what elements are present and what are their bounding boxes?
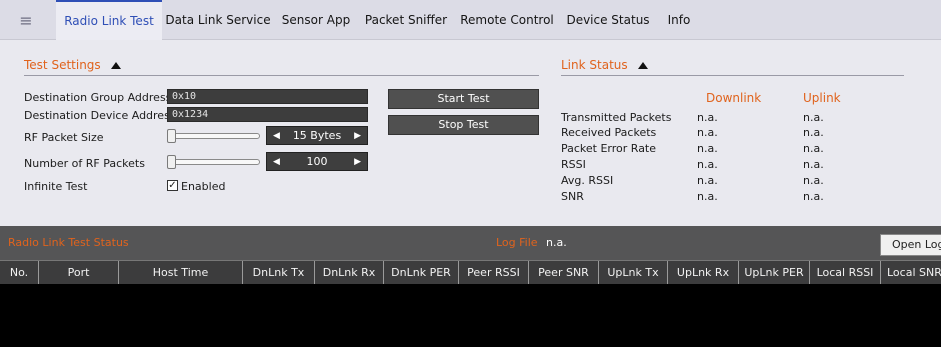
rf-packet-size-slider[interactable] [167, 129, 260, 143]
stat-uplink-value: n.a. [803, 190, 824, 203]
link-status-title: Link Status [561, 58, 628, 72]
column-header[interactable]: DnLnk Rx [315, 261, 384, 284]
test-settings-header[interactable]: Test Settings [24, 58, 121, 72]
stat-uplink-value: n.a. [803, 111, 824, 124]
slider-thumb[interactable] [167, 155, 176, 169]
stat-uplink-value: n.a. [803, 158, 824, 171]
slider-track [167, 159, 260, 165]
downlink-header: Downlink [706, 91, 762, 105]
column-header[interactable]: DnLnk Tx [243, 261, 315, 284]
column-header[interactable]: UpLnk Tx [599, 261, 668, 284]
rf-packet-count-value: 100 [306, 155, 328, 168]
stat-downlink-value: n.a. [697, 111, 718, 124]
dest-device-label: Destination Device Address [24, 109, 176, 122]
log-file-value: n.a. [546, 236, 567, 249]
column-header[interactable]: Port [39, 261, 119, 284]
hamburger-icon[interactable]: ≡ [0, 0, 52, 40]
dest-device-field[interactable]: 0x1234 [167, 107, 368, 122]
log-file-label: Log File [496, 236, 538, 249]
column-header[interactable]: No. [0, 261, 39, 284]
open-log-button[interactable]: Open Log [880, 234, 941, 256]
column-header[interactable]: Host Time [119, 261, 243, 284]
status-title: Radio Link Test Status [8, 236, 129, 249]
decrement-icon[interactable]: ◀ [273, 157, 280, 167]
tab-radio-link-test[interactable]: Radio Link Test [56, 0, 162, 40]
collapse-up-icon[interactable] [110, 61, 121, 69]
stat-uplink-value: n.a. [803, 174, 824, 187]
rf-packet-size-value: 15 Bytes [292, 129, 342, 142]
column-header[interactable]: DnLnk PER [384, 261, 459, 284]
tab-sensor-app[interactable]: Sensor App [274, 0, 358, 40]
stat-label: RSSI [561, 158, 586, 171]
decrement-icon[interactable]: ◀ [273, 131, 280, 141]
tab-data-link-service[interactable]: Data Link Service [162, 0, 274, 40]
uplink-header: Uplink [803, 91, 841, 105]
top-navigation: ≡ Radio Link Test Data Link Service Sens… [0, 0, 941, 40]
rf-packet-size-stepper[interactable]: ◀ 15 Bytes ▶ [266, 126, 368, 145]
tab-remote-control[interactable]: Remote Control [454, 0, 560, 40]
results-table-body [0, 284, 941, 347]
stat-uplink-value: n.a. [803, 126, 824, 139]
column-header[interactable]: UpLnk PER [739, 261, 810, 284]
column-header[interactable]: Local RSSI [810, 261, 881, 284]
results-table-header: No. Port Host Time DnLnk Tx DnLnk Rx DnL… [0, 260, 941, 284]
stat-downlink-value: n.a. [697, 126, 718, 139]
infinite-test-checkbox[interactable]: ✓ [167, 180, 178, 191]
rf-packet-count-slider[interactable] [167, 155, 260, 169]
divider [24, 75, 539, 76]
stat-label: SNR [561, 190, 584, 203]
rf-packet-size-label: RF Packet Size [24, 131, 104, 144]
infinite-test-label: Infinite Test [24, 180, 88, 193]
tab-info[interactable]: Info [656, 0, 702, 40]
stat-downlink-value: n.a. [697, 158, 718, 171]
rf-packet-count-label: Number of RF Packets [24, 157, 145, 170]
stat-label: Transmitted Packets [561, 111, 672, 124]
link-status-header[interactable]: Link Status [561, 58, 648, 72]
slider-track [167, 133, 260, 139]
infinite-test-enabled-text: Enabled [181, 180, 226, 193]
increment-icon[interactable]: ▶ [354, 157, 361, 167]
test-settings-title: Test Settings [24, 58, 101, 72]
stat-label: Packet Error Rate [561, 142, 657, 155]
stop-test-button[interactable]: Stop Test [388, 115, 539, 135]
stat-label: Received Packets [561, 126, 657, 139]
increment-icon[interactable]: ▶ [354, 131, 361, 141]
tab-device-status[interactable]: Device Status [560, 0, 656, 40]
tab-packet-sniffer[interactable]: Packet Sniffer [358, 0, 454, 40]
rf-packet-count-stepper[interactable]: ◀ 100 ▶ [266, 152, 368, 171]
stat-downlink-value: n.a. [697, 142, 718, 155]
stat-downlink-value: n.a. [697, 174, 718, 187]
column-header[interactable]: UpLnk Rx [668, 261, 739, 284]
divider [561, 75, 904, 76]
stat-uplink-value: n.a. [803, 142, 824, 155]
column-header[interactable]: Local SNR [881, 261, 941, 284]
column-header[interactable]: Peer SNR [529, 261, 599, 284]
dest-group-label: Destination Group Address [24, 91, 172, 104]
collapse-up-icon[interactable] [637, 61, 648, 69]
column-header[interactable]: Peer RSSI [459, 261, 529, 284]
slider-thumb[interactable] [167, 129, 176, 143]
dest-group-field[interactable]: 0x10 [167, 89, 368, 104]
status-bar [0, 226, 941, 260]
stat-label: Avg. RSSI [561, 174, 614, 187]
stat-downlink-value: n.a. [697, 190, 718, 203]
start-test-button[interactable]: Start Test [388, 89, 539, 109]
